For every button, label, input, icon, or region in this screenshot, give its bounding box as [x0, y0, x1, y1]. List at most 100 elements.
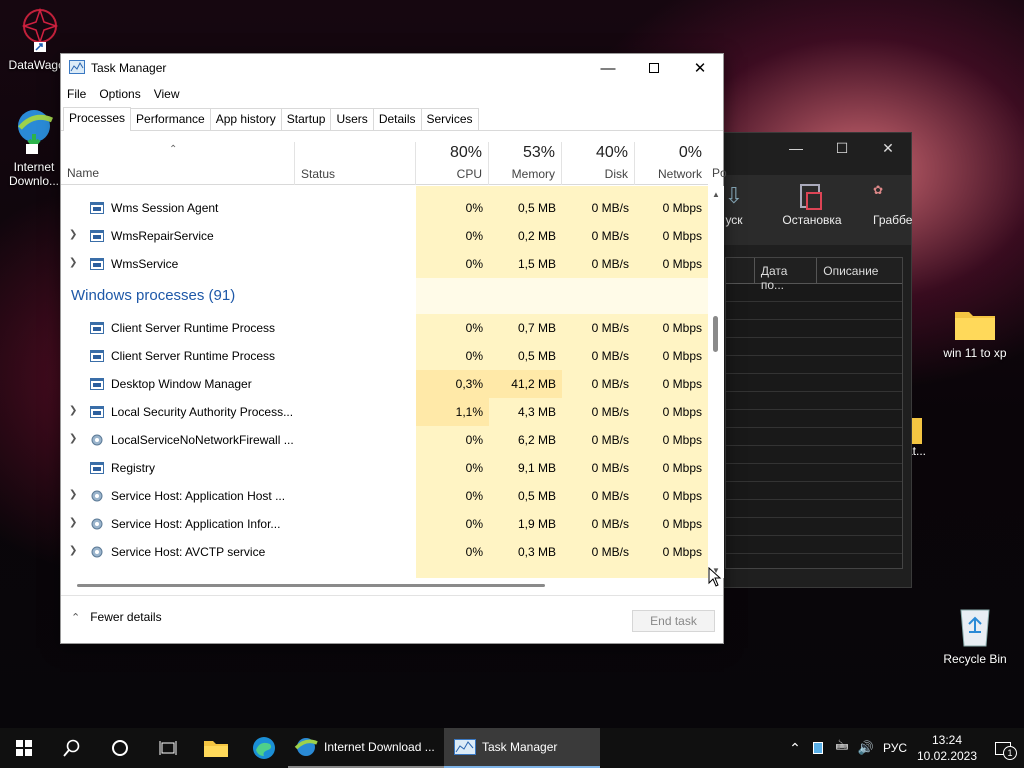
column-header-status[interactable]: Status — [294, 142, 416, 185]
cell-mem: 0,7 MB — [489, 314, 562, 342]
process-row[interactable]: ❯ Service Host: AVCTP service 0% 0,3 MB 0 MB… — [61, 538, 708, 566]
clipped-row[interactable] — [61, 566, 708, 578]
close-icon[interactable]: ✕ — [865, 140, 911, 157]
fewer-details-button[interactable]: ⌃ Fewer details — [71, 610, 162, 624]
start-button[interactable] — [0, 728, 48, 768]
process-row[interactable]: ❯ Service Host: Application Infor... 0% 1,9… — [61, 510, 708, 538]
cell-cpu: 0% — [416, 482, 489, 510]
maximize-button[interactable] — [631, 54, 677, 82]
toolbar-stop-button[interactable]: Остановка — [779, 183, 845, 227]
menu-view[interactable]: View — [154, 87, 180, 101]
process-row[interactable]: ❯ Local Security Authority Process... 1,1%… — [61, 398, 708, 426]
column-header-description[interactable]: Описание — [817, 258, 902, 283]
process-window-icon — [90, 349, 104, 363]
close-button[interactable]: ✕ — [677, 54, 723, 82]
process-window-icon — [90, 321, 104, 335]
cell-disk: 0 MB/s — [562, 250, 635, 278]
process-list: Wms Session Agent 0% 0,5 MB 0 MB/s 0 Mbps ❯ Wm… — [61, 186, 708, 578]
process-group-header[interactable]: Windows processes (91) — [61, 278, 708, 314]
expand-chevron-icon[interactable]: ❯ — [69, 545, 79, 556]
process-row[interactable]: Wms Session Agent 0% 0,5 MB 0 MB/s 0 Mbps — [61, 194, 708, 222]
horizontal-scroll-thumb[interactable] — [77, 584, 545, 587]
column-header-network[interactable]: 0% Network — [634, 142, 708, 185]
search-button[interactable] — [48, 728, 96, 768]
process-row[interactable]: ❯ WmsRepairService 0% 0,2 MB 0 MB/s 0 Mbps — [61, 222, 708, 250]
expand-chevron-icon[interactable]: ❯ — [69, 489, 79, 500]
clipped-row[interactable] — [61, 186, 708, 194]
background-window[interactable]: — ☐ ✕ ⇩ уск Остановка ✿ Граббе Дата по..… — [716, 132, 912, 588]
volume-button[interactable]: 🔊 — [854, 728, 878, 768]
tab-performance[interactable]: Performance — [130, 108, 211, 130]
column-header-name[interactable]: Name — [67, 166, 99, 180]
horizontal-scrollbar[interactable] — [61, 578, 708, 594]
menu-options[interactable]: Options — [99, 87, 140, 101]
network-button[interactable]: 🖮 — [830, 728, 854, 768]
clock[interactable]: 13:24 10.02.2023 — [912, 728, 982, 768]
sort-chevron-up-icon[interactable]: ⌃ — [169, 144, 177, 155]
toolbar-grabber-button[interactable]: ✿ Граббе — [873, 183, 917, 227]
task-manager-window[interactable]: Task Manager — ✕ File Options View Proce… — [60, 53, 727, 644]
grid-row — [726, 464, 902, 482]
process-row[interactable]: ❯ WmsService 0% 1,5 MB 0 MB/s 0 Mbps — [61, 250, 708, 278]
vertical-scrollbar[interactable]: ▲ ▼ — [708, 186, 724, 578]
tab-services[interactable]: Services — [420, 108, 479, 130]
expand-chevron-icon[interactable]: ❯ — [69, 517, 79, 528]
process-row[interactable]: ❯ LocalServiceNoNetworkFirewall ... 0% 6,2 … — [61, 426, 708, 454]
grid-row — [726, 518, 902, 536]
tab-startup[interactable]: Startup — [280, 108, 332, 130]
process-row[interactable]: Registry 0% 9,1 MB 0 MB/s 0 Mbps — [61, 454, 708, 482]
group-cell-bg — [416, 278, 489, 314]
task-view-button[interactable] — [144, 728, 192, 768]
tab-details[interactable]: Details — [372, 108, 422, 130]
file-explorer-button[interactable] — [192, 728, 240, 768]
folder-icon — [953, 306, 997, 342]
process-row[interactable]: ❯ Service Host: Application Host ... 0% 0,5… — [61, 482, 708, 510]
expand-chevron-icon[interactable]: ❯ — [69, 405, 79, 416]
column-header-date[interactable]: Дата по... — [755, 258, 818, 292]
window-title: Task Manager — [91, 61, 167, 75]
column-header-power[interactable]: Po — [712, 166, 727, 180]
process-window-icon — [90, 201, 104, 215]
menu-file[interactable]: File — [67, 87, 86, 101]
tab-users[interactable]: Users — [330, 108, 374, 130]
cell-net: 0 Mbps — [635, 194, 708, 222]
desktop-icon-recycle-bin[interactable]: Recycle Bin — [935, 602, 1015, 666]
group-cell-bg — [562, 278, 635, 314]
desktop-icon-folder-win11[interactable]: win 11 to xp — [935, 306, 1015, 360]
expand-chevron-icon[interactable]: ❯ — [69, 433, 79, 444]
maximize-icon[interactable]: ☐ — [819, 140, 865, 157]
tab-app-history[interactable]: App history — [209, 108, 282, 130]
expand-chevron-icon[interactable]: ❯ — [69, 229, 79, 240]
column-header-memory[interactable]: 53% Memory — [488, 142, 561, 185]
minimize-icon[interactable]: — — [773, 140, 819, 156]
scroll-up-arrow-icon[interactable]: ▲ — [712, 190, 720, 199]
expand-chevron-icon[interactable]: ❯ — [69, 257, 79, 268]
cortana-button[interactable] — [96, 728, 144, 768]
process-row[interactable]: Desktop Window Manager 0,3% 41,2 MB 0 MB/s 0… — [61, 370, 708, 398]
grid-row — [726, 392, 902, 410]
minimize-button[interactable]: — — [585, 54, 631, 82]
column-header-cpu[interactable]: 80% CPU — [415, 142, 488, 185]
folder-icon — [204, 741, 228, 757]
tray-app-button[interactable] — [806, 728, 830, 768]
tab-processes[interactable]: Processes — [63, 107, 132, 131]
volume-speaker-icon: 🔊 — [857, 740, 875, 755]
footer-bar: ⌃ Fewer details End task — [61, 595, 723, 643]
column-header-disk[interactable]: 40% Disk — [561, 142, 634, 185]
process-name: Local Security Authority Process... — [111, 405, 294, 419]
language-indicator[interactable]: РУС — [878, 728, 912, 768]
end-task-button[interactable]: End task — [632, 610, 715, 632]
grid-row — [726, 482, 902, 500]
cell-mem: 0,5 MB — [489, 482, 562, 510]
taskbar-app-task-manager[interactable]: Task Manager — [444, 728, 600, 768]
vertical-scroll-thumb[interactable] — [713, 316, 718, 352]
show-hidden-icons-button[interactable]: ⌃ — [784, 728, 806, 768]
mouse-cursor-icon — [708, 566, 722, 590]
cell-mem: 6,2 MB — [489, 426, 562, 454]
process-row[interactable]: Client Server Runtime Process 0% 0,5 MB 0 M… — [61, 342, 708, 370]
process-row[interactable]: Client Server Runtime Process 0% 0,7 MB 0 M… — [61, 314, 708, 342]
action-center-button[interactable]: 1 — [982, 728, 1024, 768]
stop-squares-icon — [779, 183, 845, 213]
taskbar-app-idm[interactable]: Internet Download ... — [288, 728, 444, 768]
edge-button[interactable] — [240, 728, 288, 768]
